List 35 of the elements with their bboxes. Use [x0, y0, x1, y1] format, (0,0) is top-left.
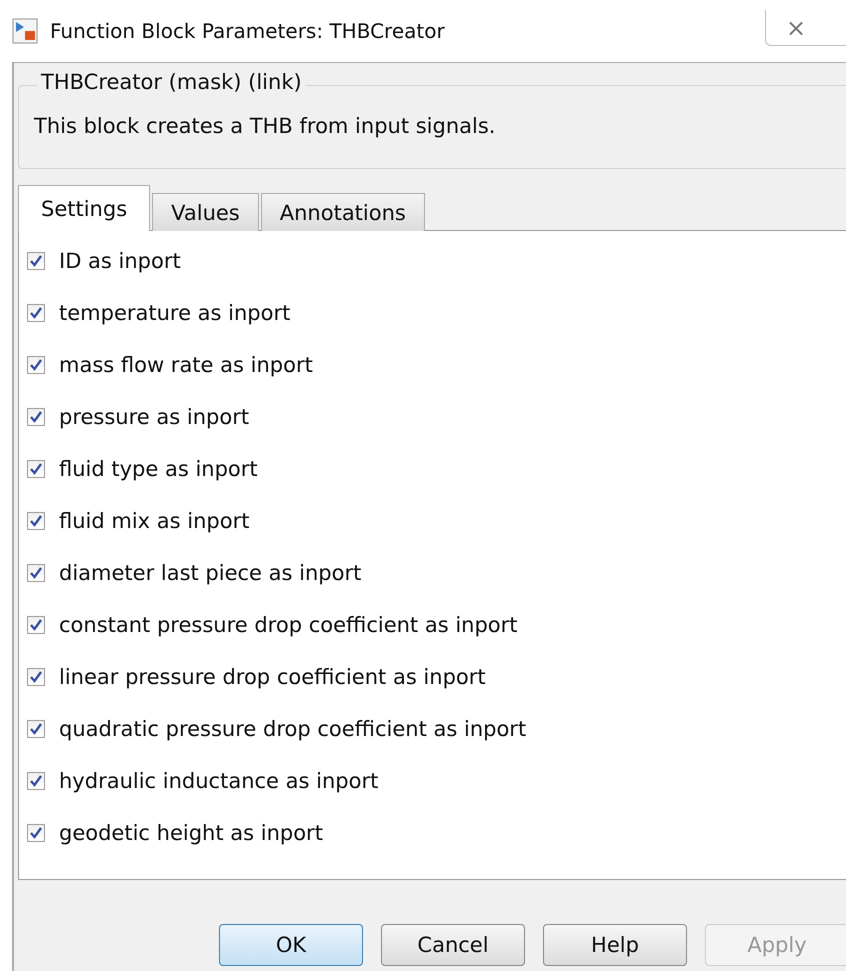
checkbox-label[interactable]: diameter last piece as inport [59, 561, 362, 585]
tab[interactable]: Settings [18, 185, 150, 231]
checkbox-label[interactable]: fluid mix as inport [59, 509, 250, 533]
checkbox[interactable] [27, 252, 45, 270]
checkbox[interactable] [27, 512, 45, 530]
dialog-button[interactable]: OK [219, 924, 363, 966]
checkbox-label[interactable]: pressure as inport [59, 405, 250, 429]
checkbox-label[interactable]: quadratic pressure drop coefficient as inport [59, 717, 526, 741]
group-title: THBCreator (mask) (link) [37, 70, 306, 94]
checkbox-label[interactable]: temperature as inport [59, 301, 290, 325]
checkbox-label[interactable]: mass flow rate as inport [59, 353, 313, 377]
app-icon [12, 18, 38, 44]
checkbox-label[interactable]: fluid type as inport [59, 457, 258, 481]
checkbox[interactable] [27, 408, 45, 426]
dialog-button[interactable]: Cancel [381, 924, 525, 966]
checkbox[interactable] [27, 668, 45, 686]
tab[interactable]: Values [152, 193, 259, 231]
window-title: Function Block Parameters: THBCreator [50, 19, 445, 43]
checkbox[interactable] [27, 564, 45, 582]
checkbox[interactable] [27, 304, 45, 322]
checkbox[interactable] [27, 720, 45, 738]
checkbox-label[interactable]: ID as inport [59, 249, 181, 273]
checkbox[interactable] [27, 616, 45, 634]
description: This block creates a THB from input signals. [34, 114, 496, 138]
checkbox[interactable] [27, 824, 45, 842]
checkbox-label[interactable]: hydraulic inductance as inport [59, 769, 378, 793]
checkbox[interactable] [27, 772, 45, 790]
close-button[interactable]: ⨯ [765, 10, 846, 46]
checkbox-label[interactable]: linear pressure drop coefficient as inport [59, 665, 486, 689]
checkbox[interactable] [27, 356, 45, 374]
checkbox-label[interactable]: constant pressure drop coefficient as inport [59, 613, 518, 637]
dialog-button[interactable]: Help [543, 924, 687, 966]
tab[interactable]: Annotations [260, 193, 425, 231]
checkbox-label[interactable]: geodetic height as inport [59, 821, 323, 845]
checkbox[interactable] [27, 460, 45, 478]
